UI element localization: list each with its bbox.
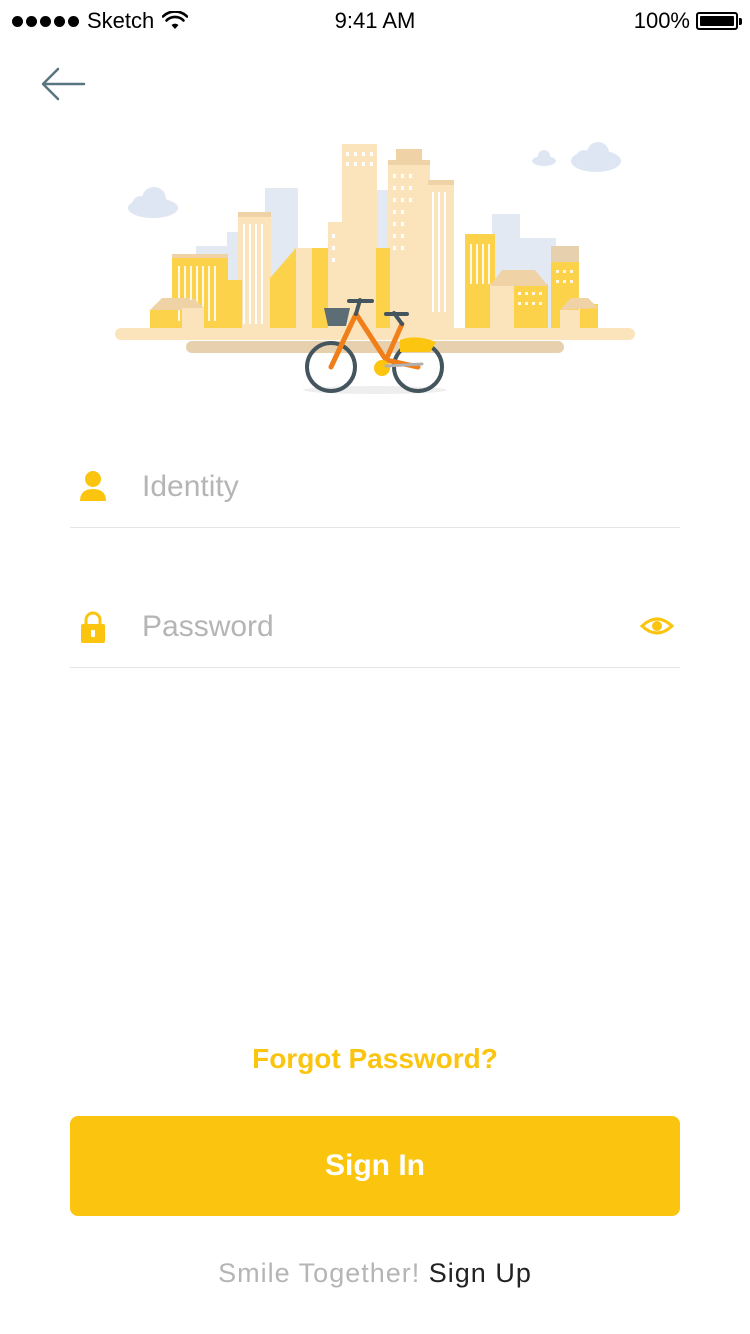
sign-in-button[interactable]: Sign In [70,1116,680,1216]
password-field [70,580,680,668]
city-bike-illustration [115,142,635,394]
sign-up-link[interactable]: Sign Up [429,1258,532,1288]
lock-icon [81,611,105,643]
battery-icon [696,12,742,30]
forgot-password-link[interactable]: Forgot Password? [0,1043,750,1075]
back-button[interactable] [32,58,96,110]
identity-field [70,440,680,528]
eye-icon[interactable] [640,614,674,638]
identity-input[interactable] [142,462,602,512]
battery-percent: 100% [633,8,690,33]
password-input[interactable] [142,602,602,652]
user-icon [80,471,106,501]
status-right: 100% [633,8,742,34]
status-bar: Sketch 9:41 AM 100% [0,0,750,42]
footer-tagline: Smile Together! [218,1258,421,1288]
arrow-left-icon [41,67,86,101]
footer: Smile Together! Sign Up [0,1258,750,1289]
